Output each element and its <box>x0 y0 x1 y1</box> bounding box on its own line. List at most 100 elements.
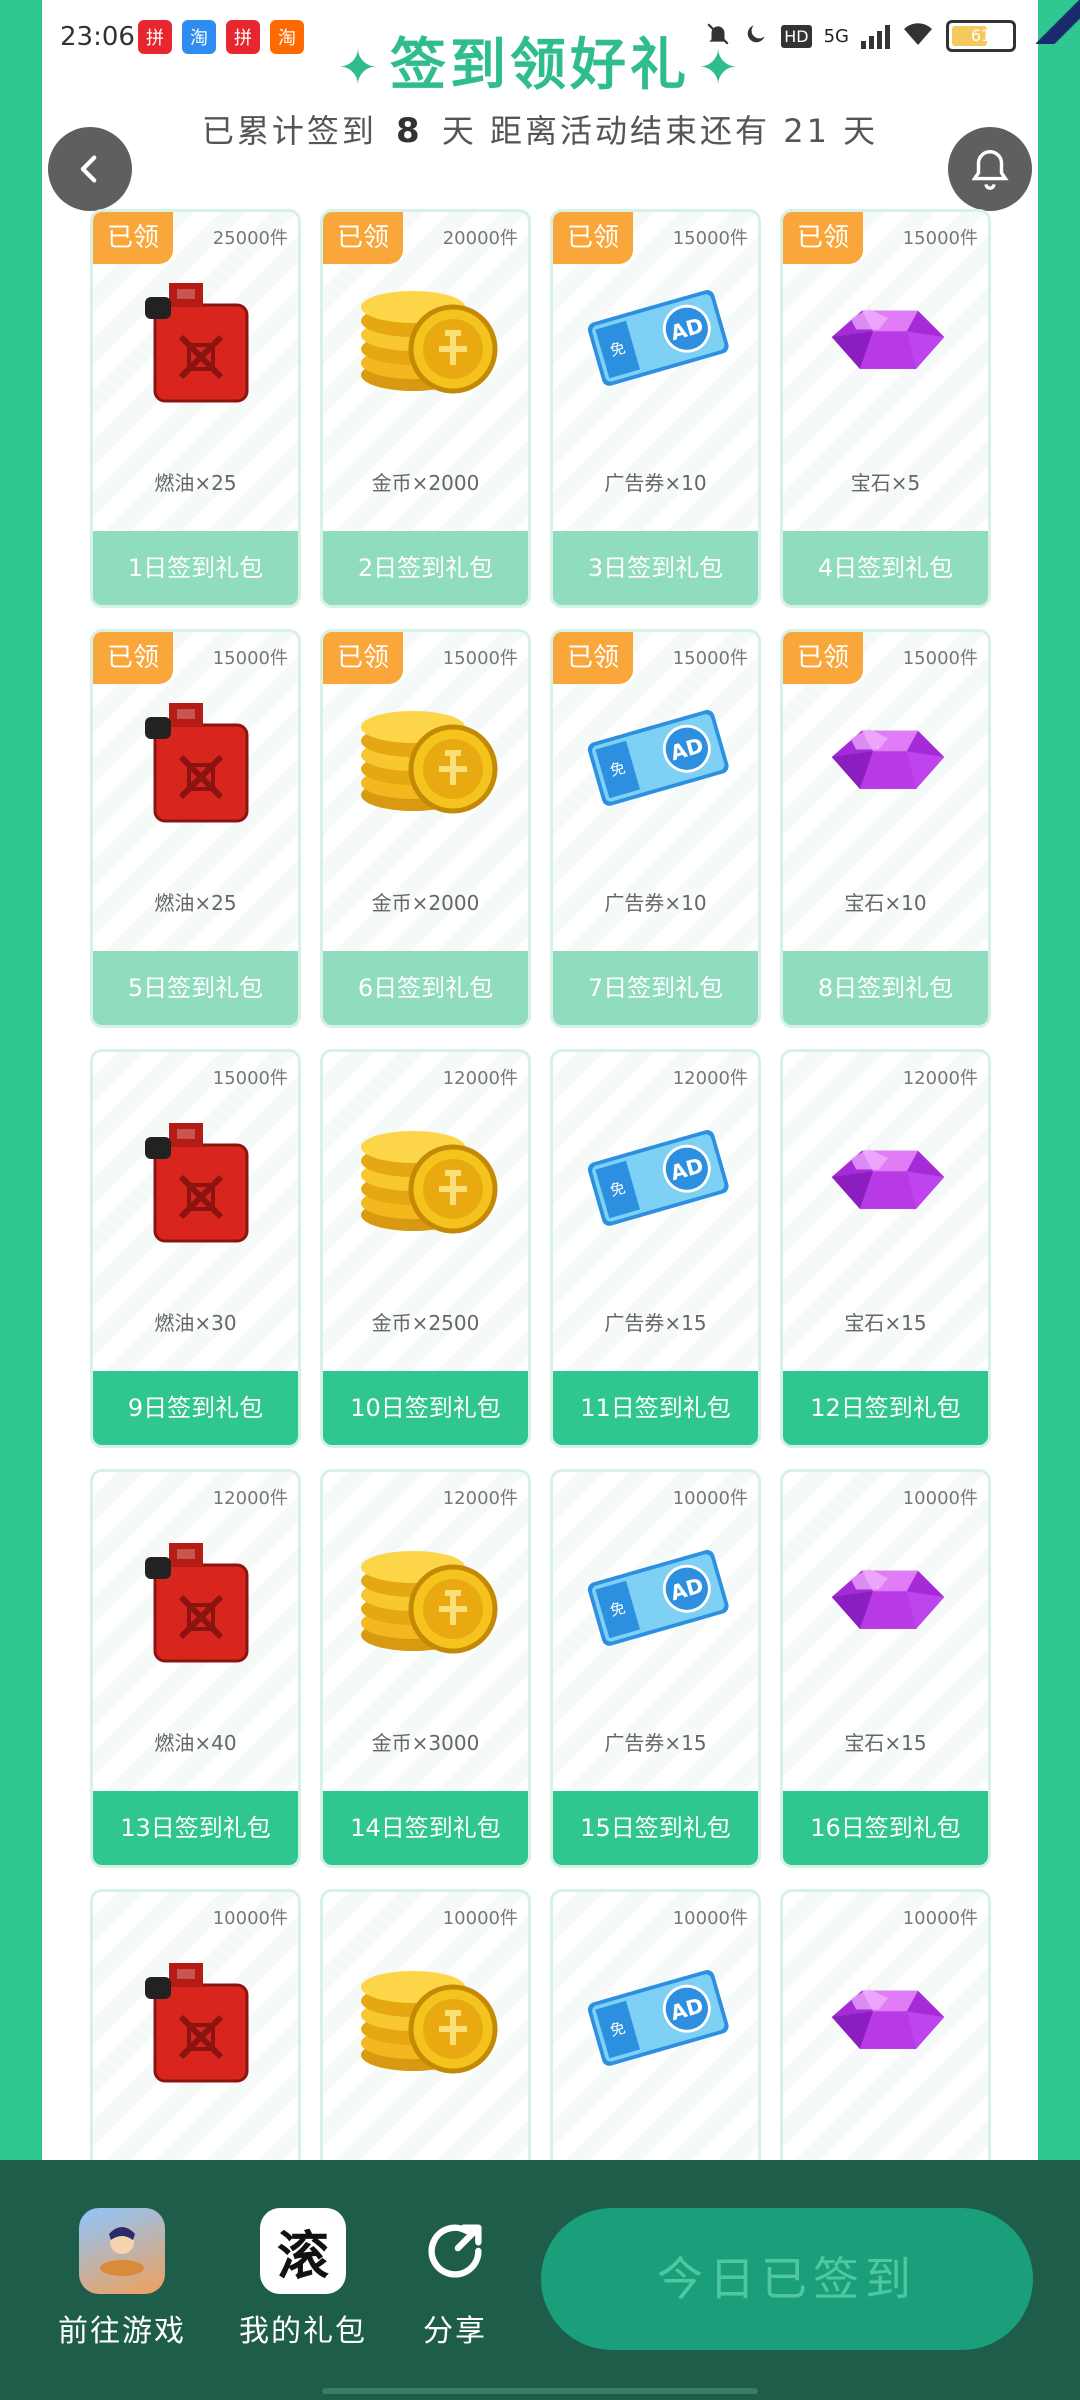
stock-count: 10000件 <box>902 1908 978 1929</box>
stock-count: 15000件 <box>212 1068 288 1089</box>
fuel-can-icon <box>123 682 273 832</box>
reward-card[interactable]: 已领 20000件 金币×2000 2日签到礼包 <box>320 209 531 608</box>
stock-count: 12000件 <box>442 1068 518 1089</box>
stock-count: 12000件 <box>902 1068 978 1089</box>
stock-count: 10000件 <box>672 1488 748 1509</box>
reward-card[interactable]: 已领 15000件 金币×2000 6日签到礼包 <box>320 629 531 1028</box>
stock-count: 10000件 <box>442 1908 518 1929</box>
gift-pack-button[interactable]: 7日签到礼包 <box>553 951 758 1025</box>
home-indicator[interactable] <box>322 2388 758 2394</box>
prize-name: 燃油×30 <box>154 1311 237 1335</box>
go-to-game-label: 前往游戏 <box>58 2314 186 2349</box>
ad-ticket-icon: 免 AD <box>583 1102 733 1252</box>
gift-pack-button[interactable]: 4日签到礼包 <box>783 531 988 605</box>
gift-pack-button[interactable]: 2日签到礼包 <box>323 531 528 605</box>
stock-count: 10000件 <box>212 1908 288 1929</box>
prize-name: 宝石×5 <box>850 471 921 495</box>
gift-pack-button[interactable]: 6日签到礼包 <box>323 951 528 1025</box>
reward-card[interactable]: 12000件 金币×2500 10日签到礼包 <box>320 1049 531 1448</box>
gift-pack-button[interactable]: 10日签到礼包 <box>323 1371 528 1445</box>
reward-card[interactable]: 12000件 燃油×40 13日签到礼包 <box>90 1469 301 1868</box>
page-title: ✦ 签到领好礼 ✦ <box>0 20 1080 101</box>
fuel-can-icon <box>123 262 273 412</box>
prize-name: 金币×2000 <box>371 471 480 495</box>
gift-pack-button[interactable]: 8日签到礼包 <box>783 951 988 1025</box>
gift-pack-button[interactable]: 11日签到礼包 <box>553 1371 758 1445</box>
gem-icon <box>813 262 963 412</box>
notification-button[interactable] <box>948 127 1032 211</box>
fuel-can-icon <box>123 1942 273 2092</box>
gift-pack-button[interactable]: 5日签到礼包 <box>93 951 298 1025</box>
gift-pack-button[interactable]: 12日签到礼包 <box>783 1371 988 1445</box>
stock-count: 15000件 <box>902 648 978 669</box>
gift-pack-button[interactable]: 15日签到礼包 <box>553 1791 758 1865</box>
share-label: 分享 <box>423 2314 487 2349</box>
days-left: 21 <box>783 112 830 150</box>
prize-name: 广告券×10 <box>604 891 707 915</box>
subtitle-suffix: 天 <box>843 112 879 150</box>
go-to-game-button[interactable]: 前往游戏 <box>52 2208 192 2350</box>
gift-pack-button[interactable]: 16日签到礼包 <box>783 1791 988 1865</box>
my-gifts-button[interactable]: 滚 我的礼包 <box>228 2208 378 2350</box>
prize-name: 宝石×10 <box>844 891 927 915</box>
ad-ticket-icon: 免 AD <box>583 1522 733 1672</box>
signed-today-button[interactable]: 今日已签到 <box>541 2208 1033 2350</box>
claimed-badge: 已领 <box>323 632 403 684</box>
stock-count: 10000件 <box>672 1908 748 1929</box>
subtitle-mid: 天 距离活动结束还有 <box>441 112 771 150</box>
prize-name: 燃油×40 <box>154 1731 237 1755</box>
reward-card[interactable]: 12000件宝石×15 12日签到礼包 <box>780 1049 991 1448</box>
claimed-badge: 已领 <box>553 212 633 264</box>
gold-coins-icon <box>353 682 503 832</box>
gift-pack-button[interactable]: 3日签到礼包 <box>553 531 758 605</box>
gift-pack-button[interactable]: 9日签到礼包 <box>93 1371 298 1445</box>
gold-coins-icon <box>353 1102 503 1252</box>
gem-icon <box>813 682 963 832</box>
gift-pack-button[interactable]: 14日签到礼包 <box>323 1791 528 1865</box>
stock-count: 15000件 <box>672 648 748 669</box>
stock-count: 12000件 <box>442 1488 518 1509</box>
signed-days: 8 <box>396 111 423 151</box>
gem-icon <box>813 1942 963 2092</box>
reward-card[interactable]: 已领 15000件 宝石×5 4日签到礼包 <box>780 209 991 608</box>
ad-ticket-icon: 免 AD <box>583 1942 733 2092</box>
reward-card[interactable]: 15000件燃油×30 9日签到礼包 <box>90 1049 301 1448</box>
fuel-can-icon <box>123 1102 273 1252</box>
game-app-icon <box>79 2208 165 2294</box>
reward-card[interactable]: 已领 15000件免 AD 广告券×10 7日签到礼包 <box>550 629 761 1028</box>
my-gifts-icon: 滚 <box>260 2208 346 2294</box>
prize-name: 广告券×15 <box>604 1731 707 1755</box>
stock-count: 15000件 <box>212 648 288 669</box>
reward-card[interactable]: 已领 25000件 燃油×25 1日签到礼包 <box>90 209 301 608</box>
my-gifts-label: 我的礼包 <box>239 2314 367 2349</box>
title-text: 签到领好礼 <box>390 33 690 98</box>
reward-card[interactable]: 10000件 宝石×15 16日签到礼包 <box>780 1469 991 1868</box>
stock-count: 25000件 <box>212 228 288 249</box>
fuel-can-icon <box>123 1522 273 1672</box>
share-button[interactable]: 分享 <box>410 2208 500 2350</box>
reward-card[interactable]: 已领 15000件免 AD 广告券×10 3日签到礼包 <box>550 209 761 608</box>
back-button[interactable] <box>48 127 132 211</box>
reward-card[interactable]: 12000件免 AD 广告券×15 11日签到礼包 <box>550 1049 761 1448</box>
gift-pack-button[interactable]: 1日签到礼包 <box>93 531 298 605</box>
stock-count: 15000件 <box>902 228 978 249</box>
bell-icon <box>971 150 1009 190</box>
stock-count: 12000件 <box>672 1068 748 1089</box>
bottom-bar: 前往游戏 滚 我的礼包 分享 今日已签到 <box>0 2160 1080 2400</box>
reward-card[interactable]: 10000件免 AD 广告券×15 15日签到礼包 <box>550 1469 761 1868</box>
claimed-badge: 已领 <box>93 212 173 264</box>
reward-card[interactable]: 12000件 金币×3000 14日签到礼包 <box>320 1469 531 1868</box>
sparkle-icon: ✦ <box>337 40 382 96</box>
reward-card[interactable]: 已领 15000件 燃油×25 5日签到礼包 <box>90 629 301 1028</box>
sparkle-icon: ✦ <box>698 40 743 96</box>
stock-count: 15000件 <box>442 648 518 669</box>
subtitle-prefix: 已累计签到 <box>201 112 377 150</box>
reward-card[interactable]: 已领 15000件 宝石×10 8日签到礼包 <box>780 629 991 1028</box>
gold-coins-icon <box>353 1942 503 2092</box>
signin-summary: 已累计签到 8 天 距离活动结束还有 21 天 <box>0 106 1080 152</box>
reward-grid: 已领 25000件 燃油×25 1日签到礼包 已领 20000件 金币×2000 2日签到礼包… <box>90 209 992 2288</box>
gift-pack-button[interactable]: 13日签到礼包 <box>93 1791 298 1865</box>
prize-name: 广告券×15 <box>604 1311 707 1335</box>
gem-icon <box>813 1102 963 1252</box>
prize-name: 宝石×15 <box>844 1311 927 1335</box>
